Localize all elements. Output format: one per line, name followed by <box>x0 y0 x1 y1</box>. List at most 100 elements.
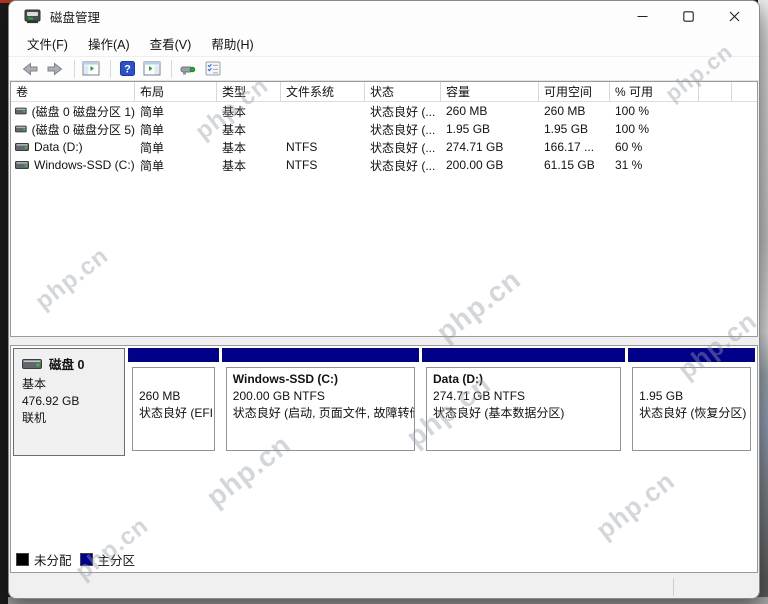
disk-management-window: 磁盘管理 文件(F) 操作(A) 查看(V) 帮助(H) <box>8 0 760 599</box>
partition-size: 200.00 GB NTFS <box>233 388 408 405</box>
volume-drive-icon <box>15 161 29 169</box>
checklist-icon[interactable] <box>202 59 224 78</box>
volume-capacity: 200.00 GB <box>441 158 539 172</box>
title-bar: 磁盘管理 <box>9 1 759 31</box>
volume-list-panel: 卷 布局 类型 文件系统 状态 容量 可用空间 % 可用 (磁盘 0 磁盘分区 … <box>10 81 758 337</box>
legend-swatch-unallocated <box>16 553 29 566</box>
disk0-header[interactable]: 磁盘 0 基本 476.92 GB 联机 <box>13 348 125 456</box>
back-icon[interactable] <box>19 59 41 78</box>
toolbar-separator <box>74 60 75 78</box>
toolbar-separator <box>110 60 111 78</box>
partition-title: Windows-SSD (C:) <box>233 371 408 388</box>
volume-pct-free: 31 % <box>610 158 699 172</box>
volume-name: Windows-SSD (C:) <box>34 158 135 172</box>
volume-fs: NTFS <box>281 158 365 172</box>
partition-size: 260 MB <box>139 388 208 405</box>
legend: 未分配 主分区 <box>16 549 135 569</box>
column-header-status[interactable]: 状态 <box>365 82 441 101</box>
legend-unallocated: 未分配 <box>16 550 72 569</box>
volume-name: (磁盘 0 磁盘分区 5) <box>32 121 135 138</box>
column-header-free[interactable]: 可用空间 <box>539 82 610 101</box>
volume-status: 状态良好 (... <box>365 139 441 156</box>
volume-table-header: 卷 布局 类型 文件系统 状态 容量 可用空间 % 可用 <box>11 82 757 102</box>
legend-label: 未分配 <box>34 550 72 569</box>
window-controls <box>619 1 757 31</box>
console-tree-icon[interactable] <box>80 59 102 78</box>
column-header-empty <box>699 82 732 101</box>
volume-pct-free: 100 % <box>610 104 699 118</box>
menu-action[interactable]: 操作(A) <box>78 31 140 56</box>
forward-icon[interactable] <box>44 59 66 78</box>
legend-label: 主分区 <box>98 550 136 569</box>
partition-color-bar <box>628 348 755 362</box>
partition-size: 274.71 GB NTFS <box>433 388 614 405</box>
volume-type: 基本 <box>217 121 281 138</box>
column-header-pct-free[interactable]: % 可用 <box>610 82 699 101</box>
column-header-layout[interactable]: 布局 <box>135 82 217 101</box>
disk-size: 476.92 GB <box>22 393 116 410</box>
status-bar-divider <box>673 578 674 596</box>
action-pane-icon[interactable] <box>141 59 163 78</box>
volume-drive-icon <box>15 143 29 151</box>
volume-layout: 简单 <box>135 121 217 138</box>
partition-efi[interactable]: 260 MB 状态良好 (EFI <box>128 348 219 456</box>
partition-strip: 260 MB 状态良好 (EFI Windows-SSD (C:) 200.00… <box>128 348 755 456</box>
volume-status: 状态良好 (... <box>365 103 441 120</box>
column-header-volume[interactable]: 卷 <box>11 82 135 101</box>
table-row[interactable]: Windows-SSD (C:) 简单 基本 NTFS 状态良好 (... 20… <box>11 156 757 174</box>
minimize-button[interactable] <box>619 1 665 31</box>
partition-title <box>139 371 208 388</box>
partition-title <box>639 371 744 388</box>
volume-pct-free: 100 % <box>610 122 699 136</box>
volume-type: 基本 <box>217 103 281 120</box>
volume-free: 166.17 ... <box>539 140 610 154</box>
disk-status: 联机 <box>22 410 116 427</box>
partition-color-bar <box>222 348 419 362</box>
volume-status: 状态良好 (... <box>365 157 441 174</box>
table-row[interactable]: (磁盘 0 磁盘分区 5) 简单 基本 状态良好 (... 1.95 GB 1.… <box>11 120 757 138</box>
help-icon[interactable]: ? <box>116 59 138 78</box>
close-button[interactable] <box>711 1 757 31</box>
volume-name: (磁盘 0 磁盘分区 1) <box>32 103 135 120</box>
partition-status: 状态良好 (启动, 页面文件, 故障转储 <box>233 405 408 422</box>
volume-type: 基本 <box>217 139 281 156</box>
partition-title: Data (D:) <box>433 371 614 388</box>
partition-status: 状态良好 (EFI <box>139 405 208 422</box>
column-header-type[interactable]: 类型 <box>217 82 281 101</box>
partition-recovery[interactable]: 1.95 GB 状态良好 (恢复分区) <box>628 348 755 456</box>
column-header-filesystem[interactable]: 文件系统 <box>281 82 365 101</box>
volume-free: 61.15 GB <box>539 158 610 172</box>
partition-color-bar <box>422 348 625 362</box>
volume-free: 260 MB <box>539 104 610 118</box>
volume-capacity: 1.95 GB <box>441 122 539 136</box>
table-row[interactable]: (磁盘 0 磁盘分区 1) 简单 基本 状态良好 (... 260 MB 260… <box>11 102 757 120</box>
table-row[interactable]: Data (D:) 简单 基本 NTFS 状态良好 (... 274.71 GB… <box>11 138 757 156</box>
volume-type: 基本 <box>217 157 281 174</box>
volume-capacity: 260 MB <box>441 104 539 118</box>
menu-file[interactable]: 文件(F) <box>17 31 78 56</box>
partition-c-drive[interactable]: Windows-SSD (C:) 200.00 GB NTFS 状态良好 (启动… <box>222 348 419 456</box>
partition-size: 1.95 GB <box>639 388 744 405</box>
volume-drive-icon <box>15 107 27 115</box>
legend-primary-partition: 主分区 <box>80 550 136 569</box>
disk-icon <box>22 359 42 369</box>
column-header-capacity[interactable]: 容量 <box>441 82 539 101</box>
app-drive-icon <box>23 7 41 26</box>
volume-layout: 简单 <box>135 157 217 174</box>
volume-layout: 简单 <box>135 103 217 120</box>
disk-name: 磁盘 0 <box>49 354 84 373</box>
maximize-button[interactable] <box>665 1 711 31</box>
volume-capacity: 274.71 GB <box>441 140 539 154</box>
menu-help[interactable]: 帮助(H) <box>201 31 263 56</box>
menu-view[interactable]: 查看(V) <box>140 31 202 56</box>
volume-fs: NTFS <box>281 140 365 154</box>
volume-name: Data (D:) <box>34 140 83 154</box>
volume-pct-free: 60 % <box>610 140 699 154</box>
partition-status: 状态良好 (基本数据分区) <box>433 405 614 422</box>
view-icon[interactable] <box>177 59 199 78</box>
window-title: 磁盘管理 <box>50 7 100 26</box>
volume-drive-icon <box>15 125 27 133</box>
toolbar-separator <box>171 60 172 78</box>
partition-d-drive[interactable]: Data (D:) 274.71 GB NTFS 状态良好 (基本数据分区) <box>422 348 625 456</box>
partition-color-bar <box>128 348 219 362</box>
